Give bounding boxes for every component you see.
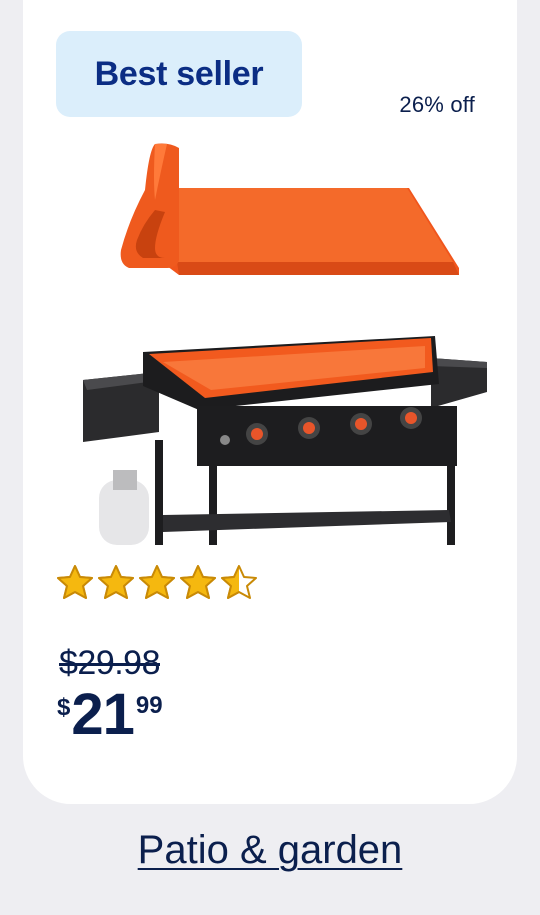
star-full-icon xyxy=(139,565,175,599)
star-full-icon xyxy=(180,565,216,599)
price-currency: $ xyxy=(57,694,71,721)
price-dollars: 21 xyxy=(71,682,135,747)
silicone-mat-illustration xyxy=(120,143,459,275)
category-link[interactable]: Patio & garden xyxy=(0,828,540,873)
discount-label: 26% off xyxy=(399,92,475,117)
best-seller-badge: Best seller xyxy=(56,31,302,117)
product-image[interactable] xyxy=(59,140,489,545)
price-cents: 99 xyxy=(135,692,163,719)
star-full-icon xyxy=(57,565,93,599)
griddle-illustration xyxy=(83,336,487,545)
was-price: $29.98 xyxy=(59,644,161,682)
star-rating xyxy=(56,564,258,602)
star-full-icon xyxy=(98,565,134,599)
current-price: $ 21 99 xyxy=(57,684,163,746)
product-card[interactable]: Best seller 26% off $29.98 $ 21 99 xyxy=(23,0,517,804)
star-half-icon xyxy=(221,565,257,599)
